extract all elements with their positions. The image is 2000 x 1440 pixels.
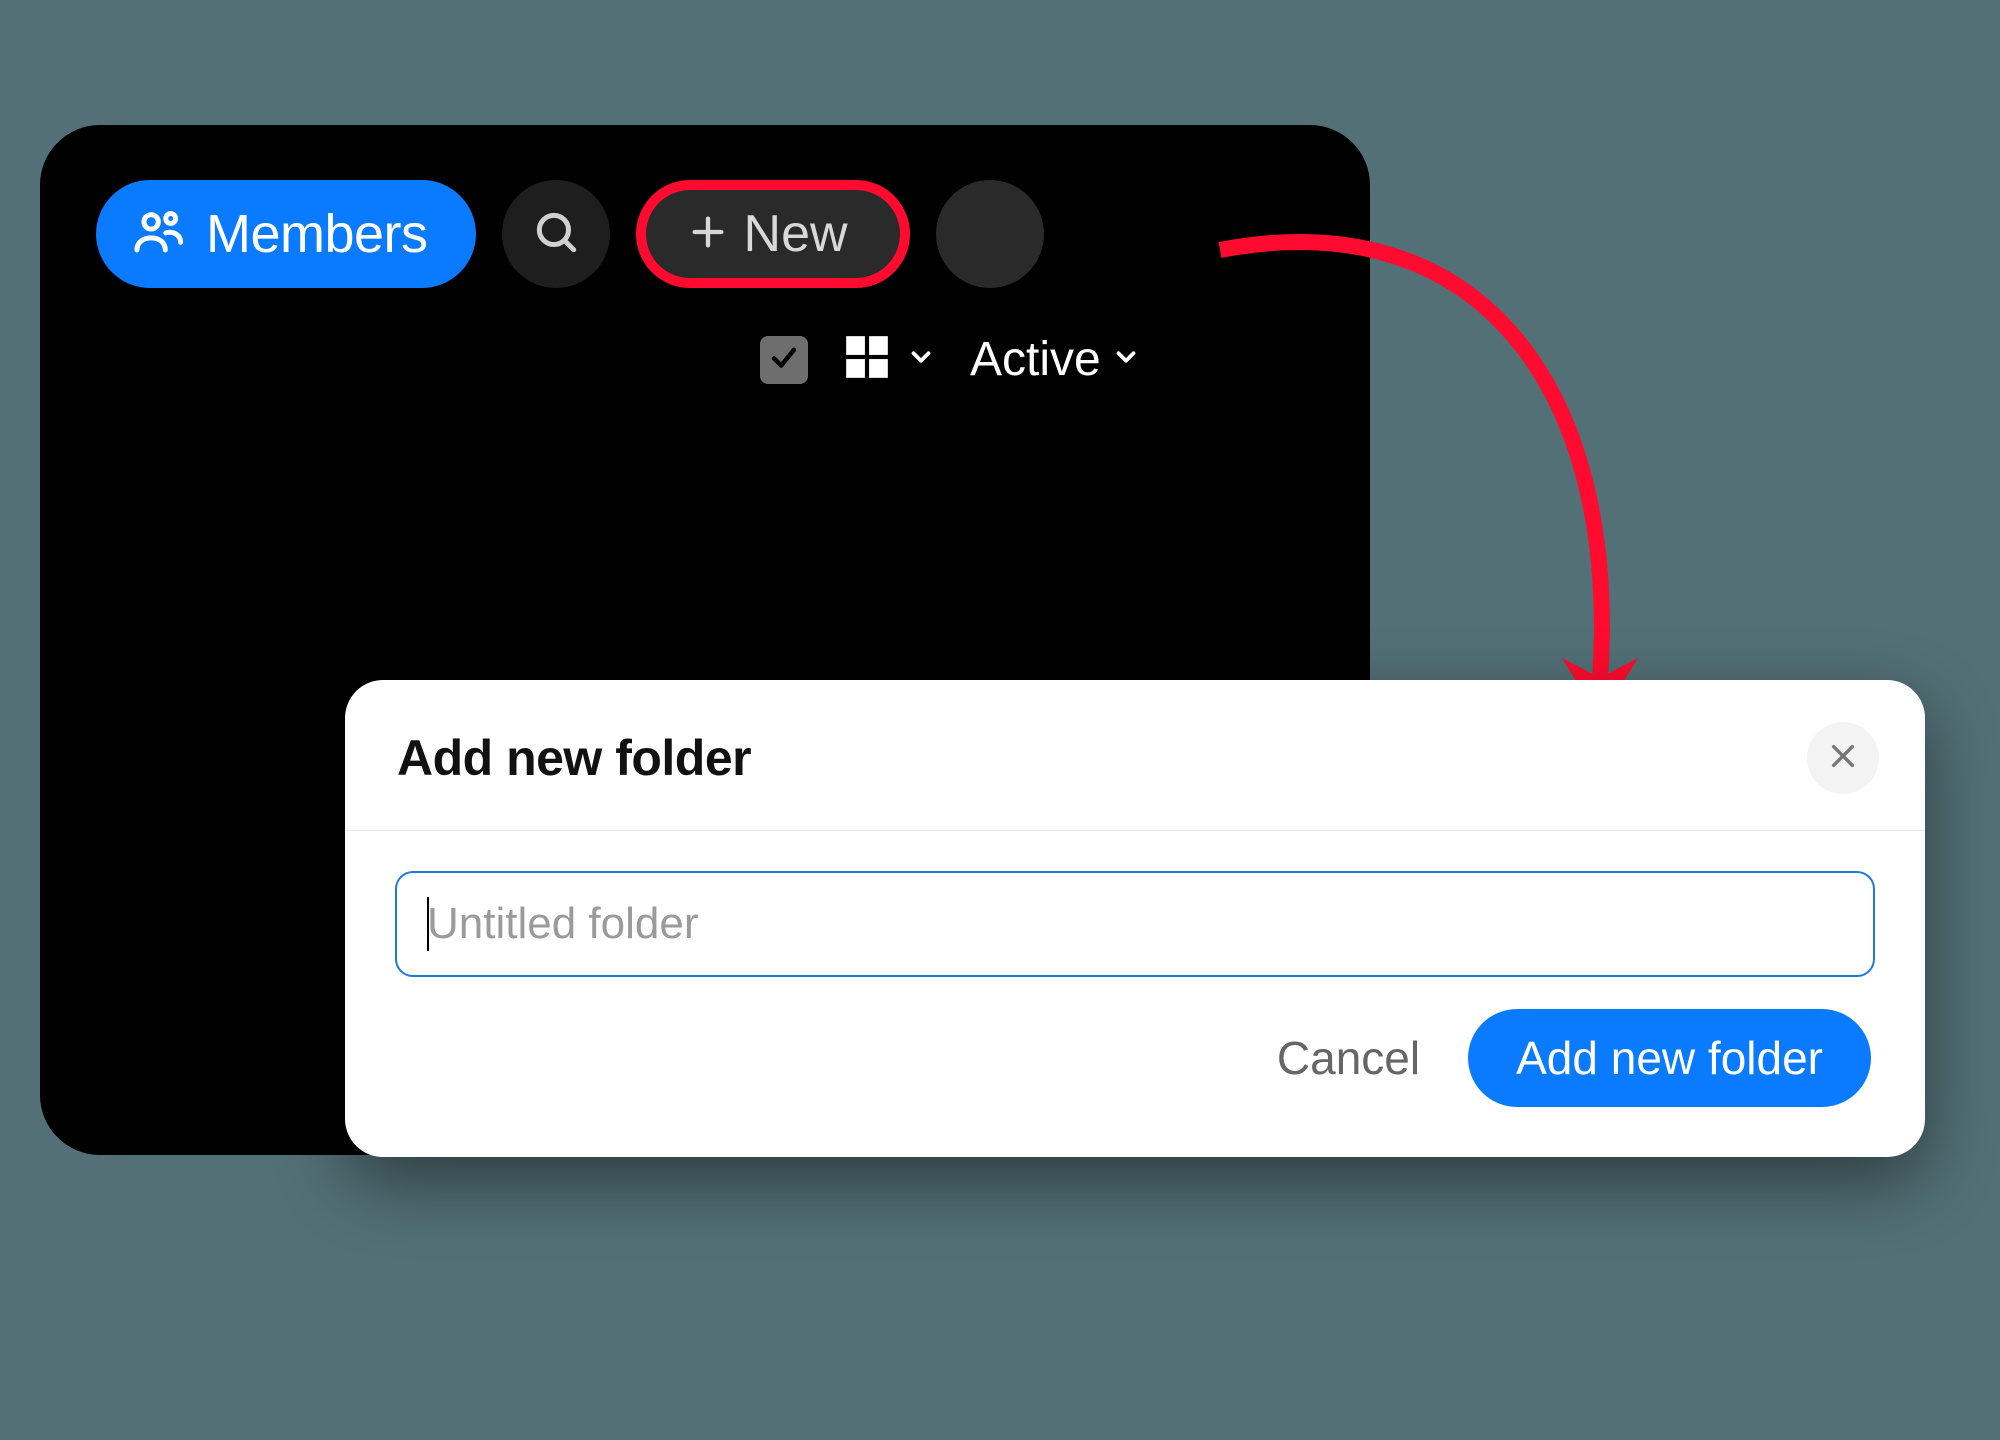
check-icon [767, 340, 801, 379]
search-icon [531, 207, 581, 262]
search-button[interactable] [502, 180, 610, 288]
modal-body [345, 831, 1925, 1009]
modal-title: Add new folder [397, 729, 751, 787]
members-button[interactable]: Members [96, 180, 476, 288]
cancel-button[interactable]: Cancel [1267, 1017, 1430, 1099]
submit-button[interactable]: Add new folder [1468, 1009, 1871, 1107]
add-folder-modal: Add new folder Cancel Add new folder [345, 680, 1925, 1157]
new-label: New [744, 204, 848, 264]
grid-icon [842, 332, 892, 387]
status-filter[interactable]: Active [970, 332, 1141, 387]
close-icon [1827, 740, 1859, 777]
modal-header: Add new folder [345, 680, 1925, 831]
members-label: Members [206, 203, 428, 265]
members-icon [132, 205, 186, 264]
close-button[interactable] [1807, 722, 1879, 794]
view-mode-selector[interactable] [842, 332, 936, 387]
chevron-down-icon [906, 342, 936, 377]
folder-name-input[interactable] [395, 871, 1875, 977]
text-caret [427, 897, 429, 951]
stage: Members New [0, 0, 2000, 1440]
filter-label: Active [970, 332, 1101, 387]
plus-icon [688, 212, 728, 257]
new-button[interactable]: New [636, 180, 910, 288]
modal-footer: Cancel Add new folder [345, 1009, 1925, 1157]
select-all-checkbox[interactable] [760, 336, 808, 384]
toolbar: Members New [40, 180, 1370, 288]
subtoolbar: Active [40, 332, 1370, 387]
more-button[interactable] [936, 180, 1044, 288]
chevron-down-icon [1111, 342, 1141, 377]
